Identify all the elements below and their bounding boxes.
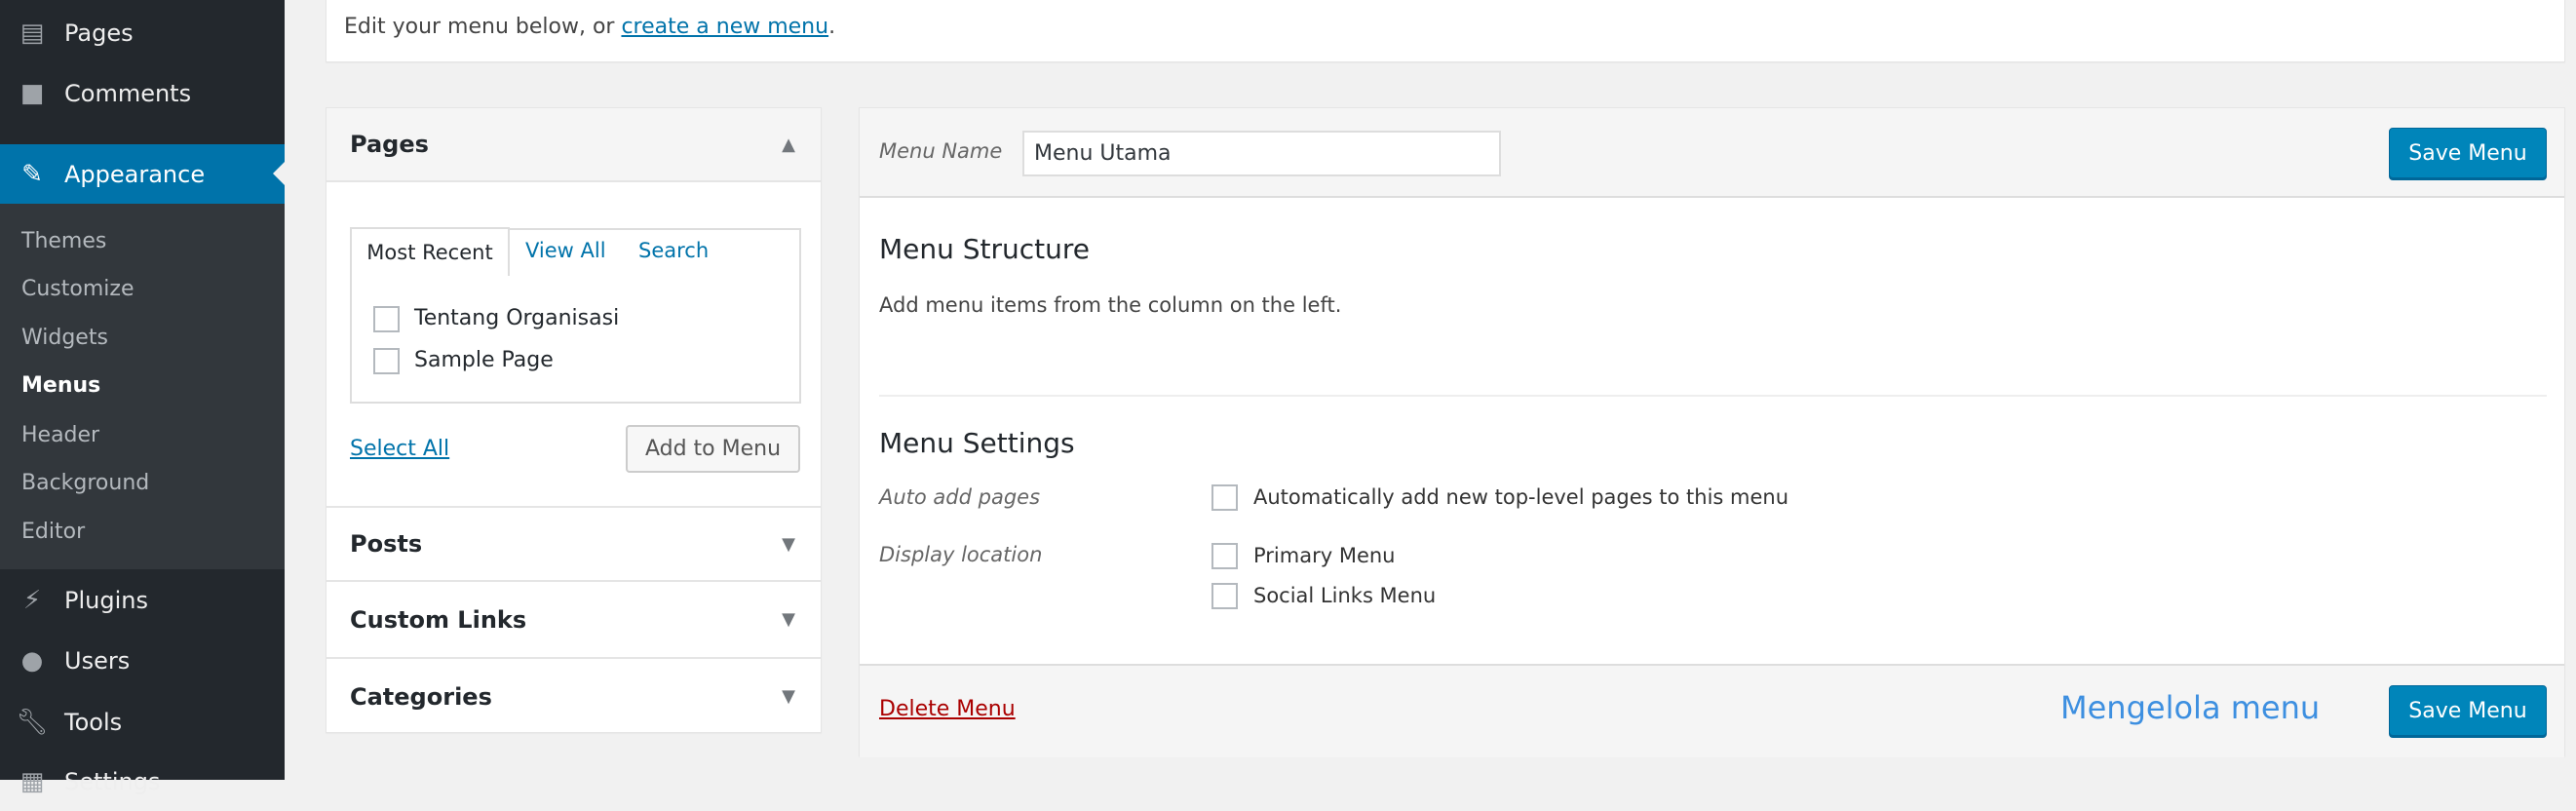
menu-settings-title: Menu Settings	[879, 427, 1075, 459]
tools-icon: 🔧︎	[16, 708, 49, 737]
delete-menu-link[interactable]: Delete Menu	[879, 697, 1016, 721]
pages-icon: ▤	[19, 19, 45, 48]
auto-add-checkbox[interactable]	[1211, 484, 1238, 511]
page-label: Sample Page	[414, 348, 554, 372]
appearance-submenu: Themes Customize Widgets Menus Header Ba…	[0, 204, 285, 569]
sidebar-item-appearance[interactable]: ✎ Appearance	[0, 144, 285, 204]
expand-arrow-icon: ▼	[782, 533, 795, 555]
collapse-arrow-icon: ▲	[782, 134, 795, 155]
menu-header: Menu Name Save Menu	[860, 108, 2564, 198]
sidebar-item-pages[interactable]: ▤ Pages	[0, 4, 285, 62]
save-menu-button-bottom[interactable]: Save Menu	[2389, 685, 2547, 736]
submenu-editor[interactable]: Editor	[21, 520, 85, 544]
submenu-background[interactable]: Background	[21, 471, 149, 495]
primary-menu-label: Primary Menu	[1253, 544, 1396, 567]
tab-view-all[interactable]: View All	[525, 239, 606, 262]
sidebar-item-comments[interactable]: ■ Comments	[0, 64, 285, 123]
pages-section-header[interactable]: Pages ▲	[327, 108, 821, 182]
sidebar-item-tools[interactable]: 🔧︎ Tools	[0, 693, 285, 752]
menu-edit-panel: Menu Name Save Menu Menu Structure Add m…	[859, 107, 2565, 757]
comments-icon: ■	[19, 79, 45, 108]
auto-add-pages-label: Auto add pages	[879, 485, 1041, 509]
expand-arrow-icon: ▼	[782, 609, 795, 630]
menu-structure-hint: Add menu items from the column on the le…	[879, 293, 1342, 317]
menu-name-label: Menu Name	[879, 139, 1003, 163]
divider	[879, 395, 2547, 397]
tab-most-recent[interactable]: Most Recent	[350, 227, 510, 276]
menu-notice: Edit your menu below, or create a new me…	[326, 0, 2565, 62]
select-all-link[interactable]: Select All	[350, 437, 449, 461]
display-location-label: Display location	[879, 543, 1043, 566]
admin-sidebar: ▤ Pages ■ Comments ✎ Appearance Themes Cust…	[0, 0, 285, 796]
primary-menu-checkbox[interactable]	[1211, 543, 1238, 569]
submenu-header[interactable]: Header	[21, 423, 99, 447]
sidebar-item-plugins[interactable]: ⚡ Plugins	[0, 571, 285, 630]
add-menu-items-panel: Pages ▲ Most Recent View All Search Tenta…	[326, 107, 822, 733]
page-label: Tentang Organisasi	[414, 306, 620, 330]
create-new-menu-link[interactable]: create a new menu	[621, 15, 828, 39]
settings-icon: ▦	[19, 767, 45, 796]
social-links-menu-label: Social Links Menu	[1253, 584, 1437, 607]
menu-footer: Delete Menu Mengelola menu Save Menu	[860, 664, 2564, 757]
page-checkbox[interactable]	[373, 306, 400, 332]
plugins-icon: ⚡	[22, 586, 42, 615]
submenu-menus[interactable]: Menus	[21, 373, 100, 398]
auto-add-option-label: Automatically add new top-level pages to…	[1253, 485, 1789, 509]
submenu-customize[interactable]: Customize	[21, 277, 134, 301]
caption-text: Mengelola menu	[2060, 689, 2321, 726]
categories-section-header[interactable]: Categories ▼	[327, 659, 821, 734]
posts-section-header[interactable]: Posts ▼	[327, 506, 821, 582]
expand-arrow-icon: ▼	[782, 686, 795, 707]
menu-structure-title: Menu Structure	[879, 233, 1091, 265]
menu-name-input[interactable]	[1022, 131, 1501, 176]
save-menu-button-top[interactable]: Save Menu	[2389, 128, 2547, 178]
submenu-themes[interactable]: Themes	[21, 229, 106, 253]
page-checkbox[interactable]	[373, 348, 400, 374]
custom-links-section-header[interactable]: Custom Links ▼	[327, 582, 821, 659]
add-to-menu-button[interactable]: Add to Menu	[626, 425, 800, 473]
submenu-widgets[interactable]: Widgets	[21, 326, 108, 350]
users-icon: ●	[20, 646, 44, 676]
paintbrush-icon: ✎	[21, 159, 43, 189]
social-links-menu-checkbox[interactable]	[1211, 583, 1238, 609]
sidebar-item-users[interactable]: ● Users	[0, 632, 285, 690]
sidebar-item-settings[interactable]: ▦ Settings	[0, 753, 285, 811]
tab-search[interactable]: Search	[638, 239, 709, 262]
